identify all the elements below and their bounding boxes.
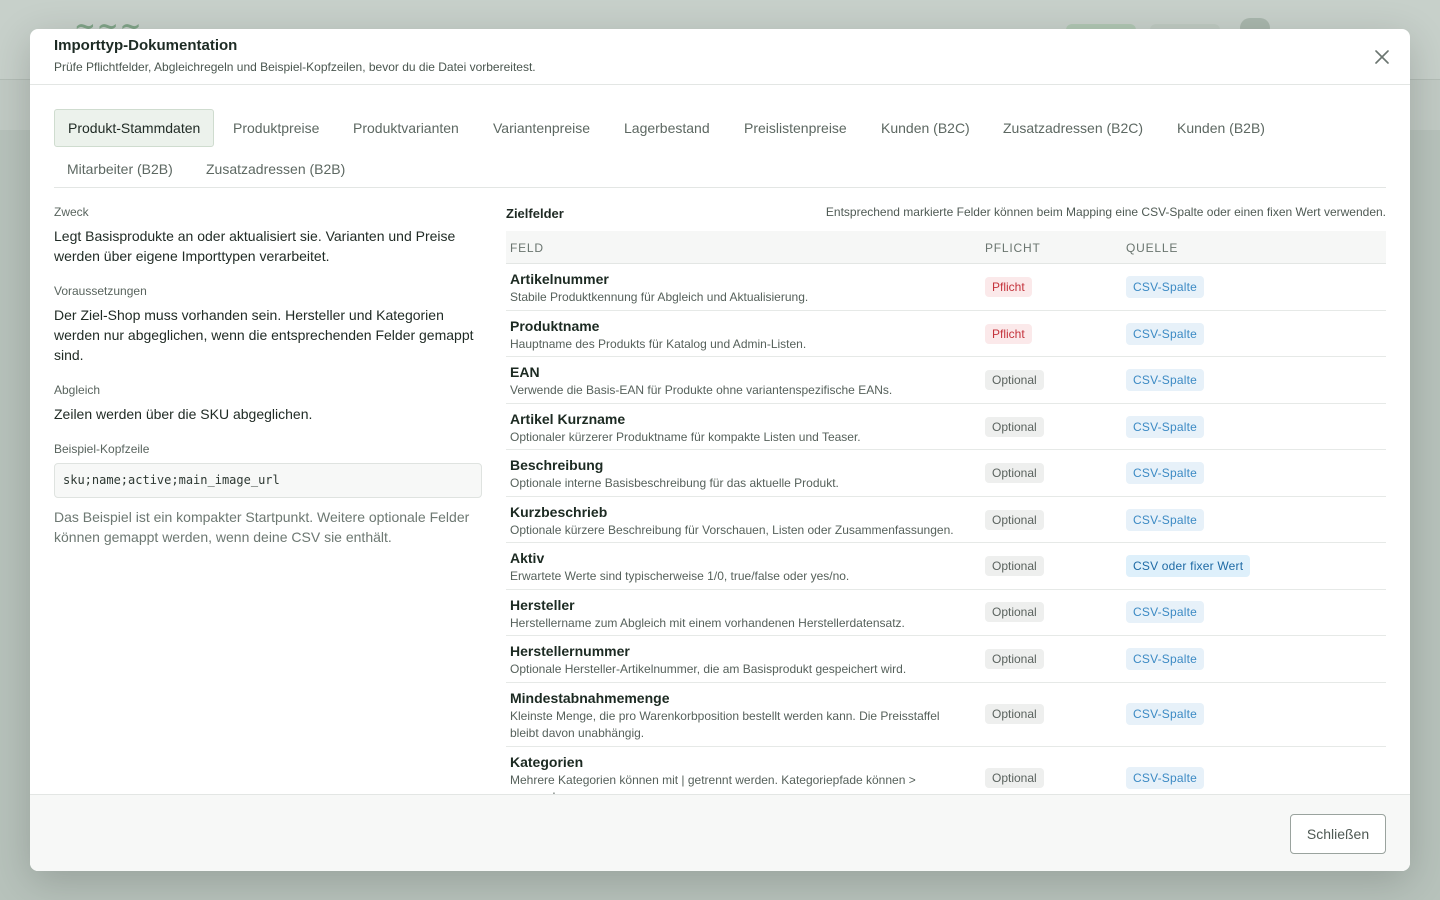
source-badge: CSV-Spalte	[1126, 276, 1205, 298]
field-name: Artikel Kurzname	[510, 411, 626, 427]
source-badge: CSV-Spalte	[1126, 416, 1205, 438]
source-badge: CSV-Spalte	[1126, 462, 1205, 484]
fields-table: FELD PFLICHT QUELLE Artikelnummer Stabil…	[506, 231, 1386, 795]
importtype-tabs: Produkt-Stammdaten Produktpreise Produkt…	[54, 109, 1386, 188]
optional-badge: Optional	[985, 463, 1044, 483]
optional-badge: Optional	[985, 510, 1044, 530]
zweck-label: Zweck	[54, 205, 89, 219]
required-badge: Pflicht	[985, 324, 1032, 344]
source-badge: CSV-Spalte	[1126, 369, 1205, 391]
abgleich-label: Abgleich	[54, 383, 101, 397]
column-header-quelle: QUELLE	[1126, 241, 1179, 255]
example-hint: Das Beispiel ist ein kompakter Startpunk…	[54, 509, 470, 545]
table-row: Produktname Hauptname des Produkts für K…	[506, 311, 1386, 357]
field-description: Optionale interne Basisbeschreibung für …	[510, 476, 839, 490]
tab-mitarbeiter-b2b[interactable]: Mitarbeiter (B2B)	[54, 150, 186, 188]
voraussetzungen-text: Der Ziel-Shop muss vorhanden sein. Herst…	[54, 307, 474, 363]
modal-footer: Schließen	[30, 794, 1410, 871]
tab-variantenpreise[interactable]: Variantenpreise	[480, 109, 603, 147]
tab-produktpreise[interactable]: Produktpreise	[220, 109, 332, 147]
table-row: Kurzbeschrieb Optionale kürzere Beschrei…	[506, 497, 1386, 543]
table-row: Hersteller Herstellername zum Abgleich m…	[506, 590, 1386, 636]
source-badge: CSV-Spalte	[1126, 323, 1205, 345]
field-description: Erwartete Werte sind typischerweise 1/0,…	[510, 569, 850, 583]
table-row: Artikelnummer Stabile Produktkennung für…	[506, 264, 1386, 311]
zweck-section: Zweck Legt Basisprodukte an oder aktuali…	[54, 204, 482, 266]
table-row: Artikel Kurzname Optionaler kürzerer Pro…	[506, 404, 1386, 450]
optional-badge: Optional	[985, 370, 1044, 390]
example-header-code[interactable]: sku;name;active;main_image_url	[54, 463, 482, 498]
voraussetzungen-label: Voraussetzungen	[54, 284, 147, 298]
source-badge: CSV-Spalte	[1126, 648, 1205, 670]
modal-body: Produkt-Stammdaten Produktpreise Produkt…	[54, 85, 1386, 795]
field-description: Hauptname des Produkts für Katalog und A…	[510, 337, 807, 351]
field-description: Herstellername zum Abgleich mit einem vo…	[510, 616, 905, 630]
field-name: Kurzbeschrieb	[510, 504, 608, 520]
field-name: Hersteller	[510, 597, 575, 613]
field-description: Optionale kürzere Beschreibung für Vorsc…	[510, 523, 954, 537]
documentation-modal: Importtyp-Dokumentation Prüfe Pflichtfel…	[30, 29, 1410, 871]
beispiel-label: Beispiel-Kopfzeile	[54, 442, 150, 456]
zweck-text: Legt Basisprodukte an oder aktualisiert …	[54, 228, 456, 264]
field-description: Optionaler kürzerer Produktname für komp…	[510, 430, 861, 444]
field-name: Produktname	[510, 318, 600, 334]
tab-produktvarianten[interactable]: Produktvarianten	[340, 109, 472, 147]
table-row: Mindestabnahmemenge Kleinste Menge, die …	[506, 683, 1386, 747]
modal-header: Importtyp-Dokumentation Prüfe Pflichtfel…	[30, 29, 1410, 85]
field-name: EAN	[510, 364, 540, 380]
zielfelder-note: Entsprechend markierte Felder können bei…	[825, 205, 1386, 219]
tab-lagerbestand[interactable]: Lagerbestand	[611, 109, 723, 147]
source-badge: CSV-Spalte	[1126, 703, 1205, 725]
field-name: Mindestabnahmemenge	[510, 690, 670, 706]
optional-badge: Optional	[985, 649, 1044, 669]
source-badge: CSV-Spalte	[1126, 767, 1205, 789]
field-name: Beschreibung	[510, 457, 604, 473]
source-badge: CSV-Spalte	[1126, 509, 1205, 531]
field-name: Artikelnummer	[510, 271, 609, 287]
table-row: Beschreibung Optionale interne Basisbesc…	[506, 450, 1386, 497]
close-button[interactable]: Schließen	[1290, 814, 1386, 854]
tab-zusatzadressen-b2b[interactable]: Zusatzadressen (B2B)	[193, 150, 358, 188]
field-name: Aktiv	[510, 550, 545, 566]
source-badge: CSV oder fixer Wert	[1126, 555, 1251, 577]
table-header: FELD PFLICHT QUELLE	[506, 231, 1386, 264]
field-description: Stabile Produktkennung für Abgleich und …	[510, 290, 809, 304]
tab-kunden-b2b[interactable]: Kunden (B2B)	[1164, 109, 1278, 147]
table-row: Herstellernummer Optionale Hersteller-Ar…	[506, 636, 1386, 683]
field-name: Herstellernummer	[510, 643, 630, 659]
table-row: EAN Verwende die Basis-EAN für Produkte …	[506, 357, 1386, 404]
optional-badge: Optional	[985, 556, 1044, 576]
column-header-feld: FELD	[510, 241, 544, 255]
zielfelder-title: Zielfelder	[506, 206, 564, 221]
optional-badge: Optional	[985, 602, 1044, 622]
modal-title: Importtyp-Dokumentation	[54, 37, 238, 54]
column-header-pflicht: PFLICHT	[985, 241, 1041, 255]
close-icon[interactable]	[1372, 47, 1392, 67]
abgleich-section: Abgleich Zeilen werden über die SKU abge…	[54, 382, 482, 424]
field-description: Verwende die Basis-EAN für Produkte ohne…	[510, 383, 893, 397]
tab-kunden-b2c[interactable]: Kunden (B2C)	[868, 109, 983, 147]
voraussetzungen-section: Voraussetzungen Der Ziel-Shop muss vorha…	[54, 283, 482, 365]
field-description: Kleinste Menge, die pro Warenkorbpositio…	[510, 709, 940, 740]
table-row: Aktiv Erwartete Werte sind typischerweis…	[506, 543, 1386, 590]
field-description: Mehrere Kategorien können mit | getrennt…	[510, 773, 916, 795]
tab-zusatzadressen-b2c[interactable]: Zusatzadressen (B2C)	[990, 109, 1156, 147]
tab-produkt-stammdaten[interactable]: Produkt-Stammdaten	[54, 109, 215, 147]
beispiel-section: Beispiel-Kopfzeile sku;name;active;main_…	[54, 441, 482, 547]
abgleich-text: Zeilen werden über die SKU abgeglichen.	[54, 406, 313, 422]
optional-badge: Optional	[985, 417, 1044, 437]
required-badge: Pflicht	[985, 277, 1032, 297]
optional-badge: Optional	[985, 768, 1044, 788]
modal-subtitle: Prüfe Pflichtfelder, Abgleichregeln und …	[54, 60, 536, 74]
tab-preislistenpreise[interactable]: Preislistenpreise	[731, 109, 860, 147]
source-badge: CSV-Spalte	[1126, 601, 1205, 623]
table-row: Kategorien Mehrere Kategorien können mit…	[506, 747, 1386, 795]
field-description: Optionale Hersteller-Artikelnummer, die …	[510, 662, 907, 676]
importtype-info: Zweck Legt Basisprodukte an oder aktuali…	[54, 204, 482, 547]
field-name: Kategorien	[510, 754, 584, 770]
optional-badge: Optional	[985, 704, 1044, 724]
